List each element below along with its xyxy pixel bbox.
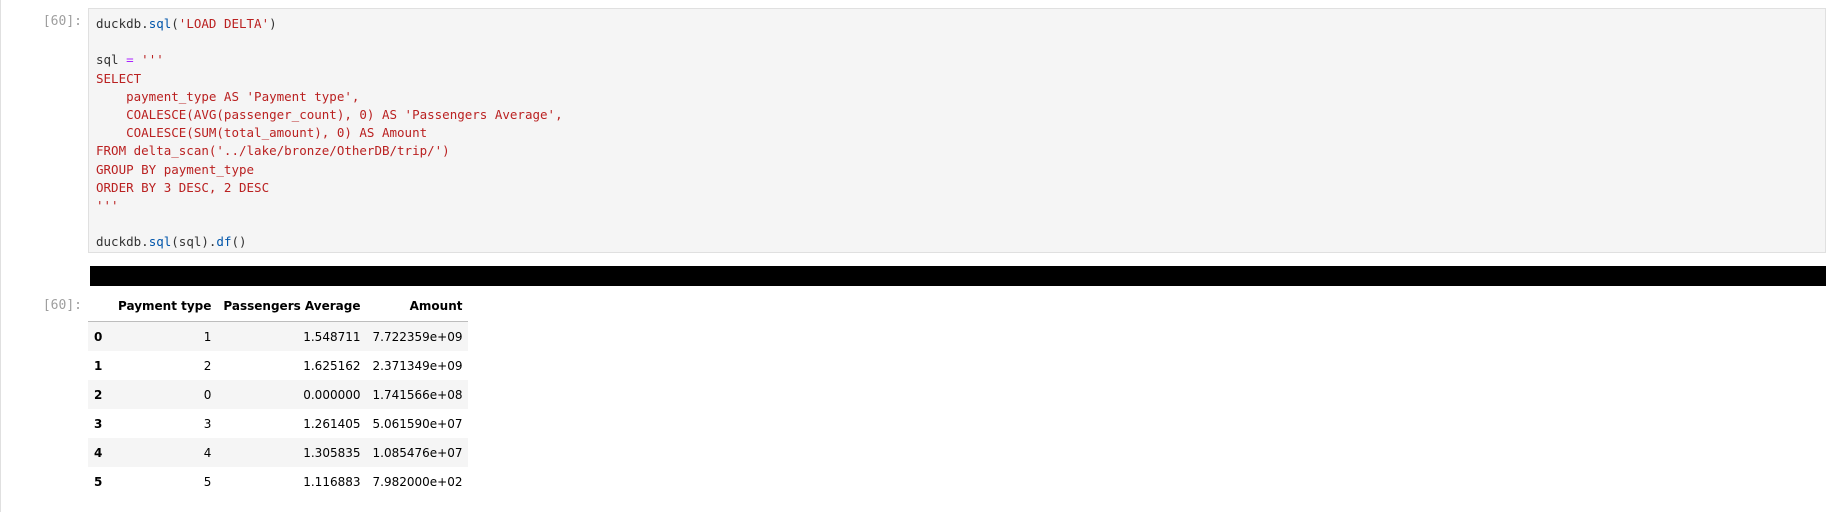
index-column-header	[88, 291, 112, 322]
code-token: )	[269, 16, 277, 31]
code-line: FROM delta_scan('../lake/bronze/OtherDB/…	[96, 142, 563, 160]
cell-passengers-average: 1.116883	[303, 474, 361, 489]
output-prompt: [60]:	[42, 298, 82, 313]
cell-payment-type: 2	[203, 358, 212, 373]
code-token: ()	[231, 234, 247, 250]
cell-amount: 1.741566e+08	[372, 387, 463, 402]
code-line: sql = '''	[96, 51, 563, 69]
row-index: 3	[94, 416, 103, 431]
code-token: ORDER BY 3 DESC, 2 DESC	[96, 179, 270, 195]
cell-passengers-average: 1.305835	[303, 445, 361, 460]
code-token: df	[216, 234, 232, 250]
row-index: 5	[94, 474, 103, 489]
cell-passengers-average: 0.000000	[303, 387, 361, 402]
code-token: COALESCE(SUM(total_amount), 0) AS Amount	[96, 125, 428, 141]
table-row: 5 5 1.116883 7.982000e+02	[88, 467, 468, 496]
code-token: 'LOAD DELTA'	[178, 16, 270, 31]
code-token: sql	[96, 52, 127, 68]
cell-payment-type: 4	[203, 445, 212, 460]
row-index: 1	[94, 358, 103, 373]
table-row: 1 2 1.625162 2.371349e+09	[88, 351, 468, 380]
cell-amount: 7.982000e+02	[372, 474, 463, 489]
cell-amount: 7.722359e+09	[372, 329, 463, 344]
cell-passengers-average: 1.548711	[303, 329, 361, 344]
code-token: sql	[148, 234, 172, 250]
code-line: payment_type AS 'Payment type',	[96, 88, 563, 106]
cell-payment-type: 0	[203, 387, 212, 402]
code-token: '''	[141, 52, 164, 68]
code-line: GROUP BY payment_type	[96, 161, 563, 179]
code-line: SELECT	[96, 70, 563, 88]
code-token: payment_type AS 'Payment type',	[96, 88, 360, 104]
code-token: SELECT	[96, 70, 142, 86]
code-token: duckdb.	[96, 234, 149, 250]
code-token: =	[126, 52, 134, 68]
column-header-amount: Amount	[366, 291, 469, 322]
cell-payment-type: 3	[203, 416, 212, 431]
row-index: 2	[94, 387, 103, 402]
redacted-output-bar	[90, 266, 1826, 286]
cell-payment-type: 5	[203, 474, 212, 489]
code-token: GROUP BY payment_type	[96, 161, 255, 177]
table-row: 0 1 1.548711 7.722359e+09	[88, 321, 469, 351]
code-token: COALESCE(AVG(passenger_count), 0) AS 'Pa…	[96, 106, 563, 122]
cell-payment-type: 1	[203, 329, 212, 344]
cell-amount: 5.061590e+07	[372, 416, 463, 431]
column-header-passengers-average: Passengers Average	[217, 291, 367, 322]
code-token: (	[171, 16, 179, 31]
cell-passengers-average: 1.261405	[303, 416, 361, 431]
table-header-row: Payment type Passengers Average Amount	[88, 291, 469, 322]
code-line: ORDER BY 3 DESC, 2 DESC	[96, 179, 563, 197]
code-token: FROM delta_scan('../lake/bronze/OtherDB/…	[96, 143, 450, 159]
table-row: 2 0 0.000000 1.741566e+08	[88, 380, 469, 409]
code-token: '''	[96, 197, 119, 213]
code-token: duckdb.	[96, 16, 149, 31]
notebook-left-border	[0, 0, 1, 512]
row-index: 4	[94, 445, 103, 460]
table-row: 4 4 1.305835 1.085476e+07	[88, 438, 469, 467]
code-line: duckdb.sql(sql).df()	[96, 233, 563, 251]
cell-passengers-average: 1.625162	[303, 358, 361, 373]
cell-amount: 2.371349e+09	[372, 358, 463, 373]
code-lines[interactable]: duckdb.sql('LOAD DELTA') sql = ''' SELECT…	[96, 15, 563, 251]
input-prompt: [60]:	[42, 14, 82, 29]
code-line: COALESCE(AVG(passenger_count), 0) AS 'Pa…	[96, 106, 563, 124]
code-cell-editor[interactable]: duckdb.sql('LOAD DELTA') sql = ''' SELECT…	[88, 8, 1826, 253]
code-line: COALESCE(SUM(total_amount), 0) AS Amount	[96, 124, 563, 142]
code-line: '''	[96, 197, 563, 215]
row-index: 0	[94, 329, 103, 344]
dataframe-output-table: Payment type Passengers Average Amount 0…	[88, 291, 469, 496]
table-row: 3 3 1.261405 5.061590e+07	[88, 409, 468, 438]
code-token: sql	[148, 16, 172, 31]
column-header-payment-type: Payment type	[112, 291, 218, 322]
code-line: duckdb.sql('LOAD DELTA')	[96, 15, 563, 33]
code-token: (sql).	[171, 234, 217, 250]
cell-amount: 1.085476e+07	[372, 445, 463, 460]
